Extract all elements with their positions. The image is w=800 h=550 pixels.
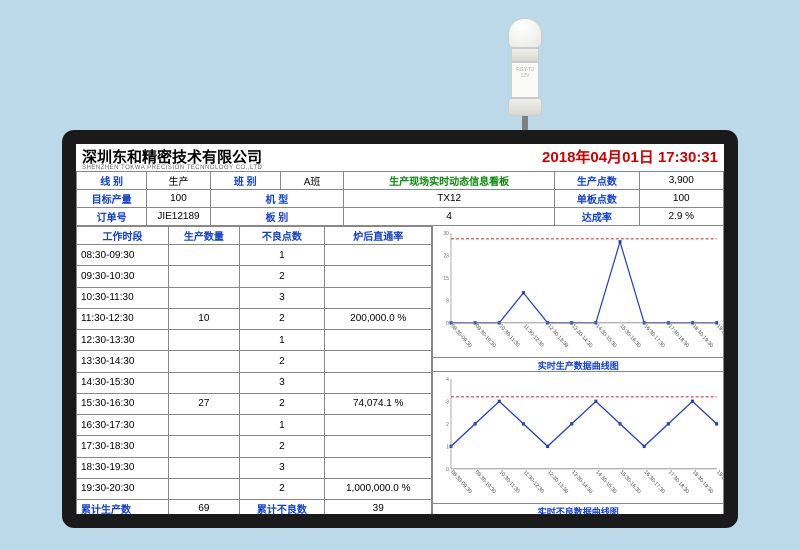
sum-q-label: 累计生产数 xyxy=(77,500,169,515)
svg-text:19:30-20:30: 19:30-20:30 xyxy=(716,469,723,495)
svg-text:16:30-17:30: 16:30-17:30 xyxy=(643,323,666,349)
chart-production: 0 8 15 23 30 08:30-09:3009:30-10:3010:30-11:3… xyxy=(433,226,723,372)
target-value: 100 xyxy=(147,190,210,208)
table-row: 13:30-14:302 xyxy=(77,351,432,372)
svg-text:17:30-18:30: 17:30-18:30 xyxy=(667,323,690,349)
table-row: 12:30-13:301 xyxy=(77,330,432,351)
svg-text:1: 1 xyxy=(447,444,450,450)
table-row: 19:30-20:3021,000,000.0 % xyxy=(77,478,432,499)
table-row: 16:30-17:301 xyxy=(77,415,432,436)
board-label: 板 别 xyxy=(210,208,344,226)
company-name: 深圳东和精密技术有限公司 xyxy=(82,146,262,167)
svg-text:11:30-12:30: 11:30-12:30 xyxy=(522,323,545,349)
table-row: 17:30-18:302 xyxy=(77,436,432,457)
svg-text:19:30-20:30: 19:30-20:30 xyxy=(716,323,723,349)
svg-text:0: 0 xyxy=(447,467,450,473)
svg-text:09:30-10:30: 09:30-10:30 xyxy=(474,323,497,349)
table-row: 10:30-11:303 xyxy=(77,287,432,308)
svg-text:0: 0 xyxy=(447,321,450,327)
line-value: 生产 xyxy=(147,172,210,190)
banner-text: 生产现场实时动态信息看板 xyxy=(344,172,555,190)
info-table: 线 别 生产 班 别 A班 生产现场实时动态信息看板 生产点数 3,900 目标… xyxy=(76,171,724,226)
col-header: 生产数量 xyxy=(169,227,240,245)
svg-text:17:30-18:30: 17:30-18:30 xyxy=(667,469,690,495)
chart-production-title: 实时生产数据曲线图 xyxy=(433,357,723,372)
table-row: 08:30-09:301 xyxy=(77,245,432,266)
svg-text:15: 15 xyxy=(444,276,450,282)
rate-label: 达成率 xyxy=(555,208,639,226)
svg-text:14:30-15:30: 14:30-15:30 xyxy=(595,469,618,495)
table-row: 14:30-15:303 xyxy=(77,372,432,393)
svg-text:18:30-19:30: 18:30-19:30 xyxy=(692,323,715,349)
rate-value: 2.9 % xyxy=(639,208,723,226)
svg-text:12:30-13:30: 12:30-13:30 xyxy=(547,323,570,349)
signal-tower: RGY-TJ12V xyxy=(500,18,550,138)
line-label: 线 别 xyxy=(77,172,147,190)
dashboard-screen: 深圳东和精密技术有限公司 2018年04月01日 17:30:31 SHENZH… xyxy=(76,144,724,514)
order-value: JIE12189 xyxy=(147,208,210,226)
svg-text:11:30-12:30: 11:30-12:30 xyxy=(522,469,545,495)
model-value: TX12 xyxy=(344,190,555,208)
svg-text:2: 2 xyxy=(447,422,450,428)
table-row: 11:30-12:30102200,000.0 % xyxy=(77,308,432,329)
sum-d-value: 39 xyxy=(325,500,432,515)
svg-text:3: 3 xyxy=(447,399,450,405)
svg-text:15:30-16:30: 15:30-16:30 xyxy=(619,469,642,495)
svg-text:09:30-10:30: 09:30-10:30 xyxy=(474,469,497,495)
table-row: 09:30-10:302 xyxy=(77,266,432,287)
board-pts-label: 单板点数 xyxy=(555,190,639,208)
target-label: 目标产量 xyxy=(77,190,147,208)
chart-defect: 0 1 2 3 4 08:30-09:3009:30-10:3010:30-11:3011… xyxy=(433,372,723,514)
sum-d-label: 累计不良数 xyxy=(239,500,325,515)
board-value: 4 xyxy=(344,208,555,226)
table-row: 18:30-19:303 xyxy=(77,457,432,478)
svg-text:8: 8 xyxy=(447,298,450,304)
points-value: 3,900 xyxy=(639,172,723,190)
shift-label: 班 别 xyxy=(210,172,280,190)
chart-defect-title: 实时不良数据曲线图 xyxy=(433,503,723,514)
svg-text:30: 30 xyxy=(444,231,450,237)
shift-value: A班 xyxy=(280,172,343,190)
col-header: 工作时段 xyxy=(77,227,169,245)
svg-text:08:30-09:30: 08:30-09:30 xyxy=(450,323,473,349)
svg-text:13:30-14:30: 13:30-14:30 xyxy=(571,469,594,495)
svg-text:15:30-16:30: 15:30-16:30 xyxy=(619,323,642,349)
svg-text:12:30-13:30: 12:30-13:30 xyxy=(547,469,570,495)
monitor-frame: 深圳东和精密技术有限公司 2018年04月01日 17:30:31 SHENZH… xyxy=(62,130,738,528)
datetime: 2018年04月01日 17:30:31 xyxy=(542,146,718,167)
svg-text:13:30-14:30: 13:30-14:30 xyxy=(571,323,594,349)
svg-text:23: 23 xyxy=(444,253,450,259)
svg-text:08:30-09:30: 08:30-09:30 xyxy=(450,469,473,495)
table-row: 15:30-16:3027274,074.1 % xyxy=(77,393,432,414)
svg-text:10:30-11:30: 10:30-11:30 xyxy=(498,323,521,349)
points-label: 生产点数 xyxy=(555,172,639,190)
board-pts-value: 100 xyxy=(639,190,723,208)
order-label: 订单号 xyxy=(77,208,147,226)
svg-text:14:30-15:30: 14:30-15:30 xyxy=(595,323,618,349)
svg-text:16:30-17:30: 16:30-17:30 xyxy=(643,469,666,495)
svg-text:10:30-11:30: 10:30-11:30 xyxy=(498,469,521,495)
col-header: 不良点数 xyxy=(239,227,325,245)
data-table: 工作时段生产数量不良点数炉后直通率 08:30-09:30109:30-10:3… xyxy=(76,226,432,514)
col-header: 炉后直通率 xyxy=(325,227,432,245)
sum-q-value: 69 xyxy=(169,500,240,515)
svg-text:18:30-19:30: 18:30-19:30 xyxy=(692,469,715,495)
svg-text:4: 4 xyxy=(447,377,450,383)
model-label: 机 型 xyxy=(210,190,344,208)
